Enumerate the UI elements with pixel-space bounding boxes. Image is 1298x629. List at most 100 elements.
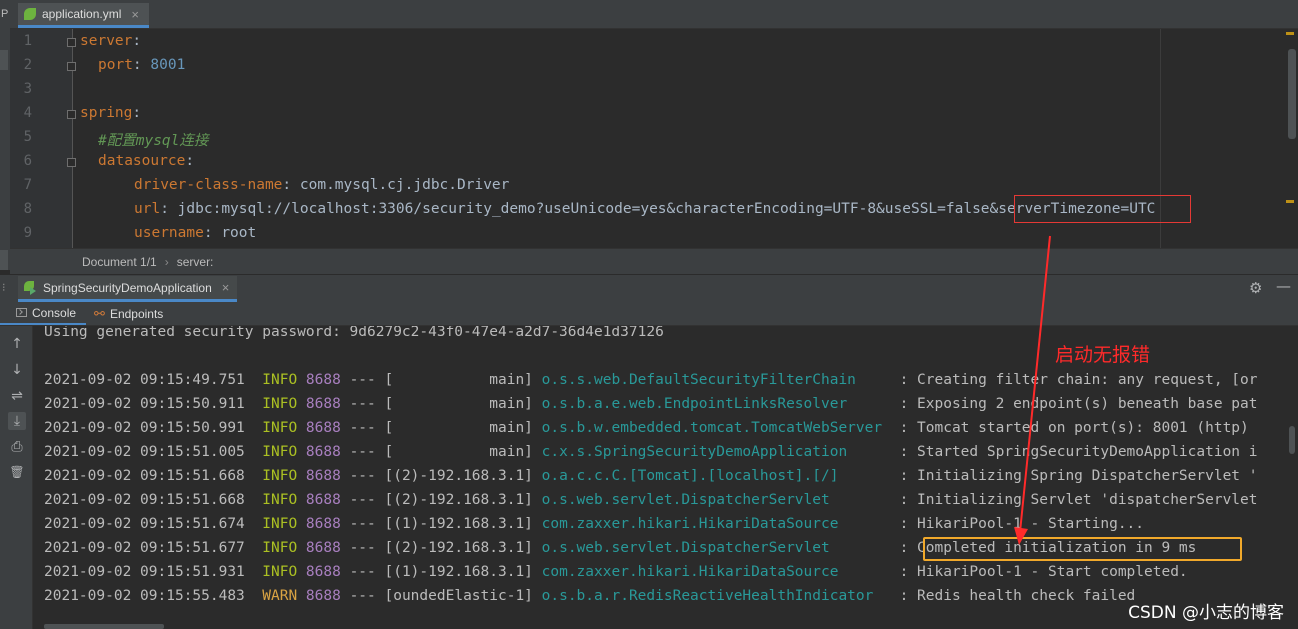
yaml-key: username <box>134 225 204 241</box>
code-line[interactable]: url: jdbc:mysql://localhost:3306/securit… <box>134 201 1155 217</box>
completed-initialization-highlight-box <box>923 537 1242 561</box>
fold-marker-icon[interactable] <box>67 110 76 119</box>
spring-leaf-icon <box>24 8 36 20</box>
print-icon[interactable]: ⎙ <box>8 438 26 456</box>
code-line[interactable]: port: 8001 <box>98 57 185 73</box>
log-pid: 8688 <box>305 564 341 580</box>
close-icon[interactable]: × <box>222 280 230 295</box>
warning-marker[interactable] <box>1286 32 1294 35</box>
editor-scrollbar[interactable] <box>1286 29 1298 248</box>
yaml-separator: : <box>203 225 222 241</box>
gear-icon[interactable]: ⚙ <box>1249 279 1262 297</box>
log-pid: 8688 <box>305 516 341 532</box>
watermark: CSDN @小志的博客 <box>1128 603 1284 623</box>
log-thread: --- [(2)-192.168.3.1] <box>349 540 533 556</box>
run-tool-window-header: ⁝ SpringSecurityDemoApplication × ⚙ — <box>0 274 1298 302</box>
log-line: 2021-09-02 09:15:51.674 INFO 8688 --- [(… <box>44 516 1144 532</box>
log-timestamp: 2021-09-02 09:15:49.751 <box>44 372 245 388</box>
down-arrow-icon[interactable]: ↓ <box>8 361 26 379</box>
editor-tab-application-yml[interactable]: application.yml × <box>18 3 149 28</box>
yaml-key: spring <box>80 105 133 121</box>
editor-scroll-thumb[interactable] <box>1288 49 1296 139</box>
console-output[interactable]: Using generated security password: 9d627… <box>33 326 1298 629</box>
console-icon <box>16 308 27 317</box>
code-line[interactable]: spring: <box>80 105 141 121</box>
spring-run-icon <box>24 281 37 295</box>
yaml-separator: : <box>132 105 142 121</box>
log-level: INFO <box>262 540 298 556</box>
line-number: 5 <box>23 129 32 145</box>
tab-endpoints-label: Endpoints <box>109 306 164 321</box>
log-logger: o.s.web.servlet.DispatcherServlet <box>541 492 891 508</box>
log-level: INFO <box>262 420 298 436</box>
code-line[interactable]: server: <box>80 33 141 49</box>
console-hscroll-thumb[interactable] <box>44 624 164 629</box>
minimize-icon[interactable]: — <box>1276 277 1291 295</box>
console-line: Using generated security password: 9d627… <box>44 326 664 340</box>
drag-dots-icon: ⁝ <box>2 281 6 294</box>
tab-console[interactable]: Console <box>0 302 87 325</box>
log-logger: o.a.c.c.C.[Tomcat].[localhost].[/] <box>541 468 891 484</box>
trash-icon[interactable]: 🗑 <box>8 463 26 481</box>
code-line[interactable]: driver-class-name: com.mysql.cj.jdbc.Dri… <box>134 177 509 193</box>
log-timestamp: 2021-09-02 09:15:55.483 <box>44 588 245 604</box>
log-thread: --- [(1)-192.168.3.1] <box>349 516 533 532</box>
console-toolbar: ↑ ↓ ⇌ ⤓ ⎙ 🗑 <box>0 326 33 629</box>
code-line[interactable]: datasource: <box>98 153 194 169</box>
yaml-value: root <box>221 225 257 241</box>
log-timestamp: 2021-09-02 09:15:50.991 <box>44 420 245 436</box>
log-thread: --- [(2)-192.168.3.1] <box>349 468 533 484</box>
annotation-label: 启动无报错 <box>1055 344 1151 366</box>
run-tab-springsecuritydemoapplication[interactable]: SpringSecurityDemoApplication × <box>18 276 238 302</box>
line-number: 7 <box>23 177 32 193</box>
log-timestamp: 2021-09-02 09:15:51.668 <box>44 492 245 508</box>
fold-marker-icon[interactable] <box>67 62 76 71</box>
log-thread: --- [oundedElastic-1] <box>349 588 533 604</box>
yaml-separator: : <box>160 201 178 217</box>
endpoints-icon: ⚯ <box>94 305 105 321</box>
log-timestamp: 2021-09-02 09:15:50.911 <box>44 396 245 412</box>
soft-wrap-icon[interactable]: ⇌ <box>8 387 26 405</box>
log-pid: 8688 <box>305 372 341 388</box>
log-timestamp: 2021-09-02 09:15:51.931 <box>44 564 245 580</box>
panel-marker <box>0 50 8 70</box>
log-thread: --- [(2)-192.168.3.1] <box>349 492 533 508</box>
server-timezone-highlight-box <box>1014 195 1191 223</box>
log-pid: 8688 <box>305 468 341 484</box>
up-arrow-icon[interactable]: ↑ <box>8 335 26 353</box>
log-level: INFO <box>262 564 298 580</box>
log-level: WARN <box>262 588 298 604</box>
close-icon[interactable]: × <box>131 7 139 22</box>
scroll-to-end-icon[interactable]: ⤓ <box>8 412 26 430</box>
fold-marker-icon[interactable] <box>67 38 76 47</box>
log-timestamp: 2021-09-02 09:15:51.005 <box>44 444 245 460</box>
console-scroll-thumb[interactable] <box>1289 426 1295 454</box>
tab-endpoints[interactable]: ⚯ Endpoints <box>86 302 173 325</box>
code-line[interactable]: #配置mysql连接 <box>98 129 208 150</box>
breadcrumb-path[interactable]: server: <box>177 255 214 269</box>
breadcrumb-document[interactable]: Document 1/1 <box>82 255 157 269</box>
log-pid: 8688 <box>305 444 341 460</box>
log-level: INFO <box>262 516 298 532</box>
log-line: 2021-09-02 09:15:51.668 INFO 8688 --- [(… <box>44 492 1258 508</box>
log-message: : Initializing Spring DispatcherServlet … <box>899 468 1258 484</box>
yaml-separator: : <box>282 177 300 193</box>
yaml-key: server <box>80 33 133 49</box>
project-panel-letter: P <box>1 8 9 20</box>
log-line: 2021-09-02 09:15:49.751 INFO 8688 --- [ … <box>44 372 1258 388</box>
code-line[interactable]: username: root <box>134 225 256 241</box>
log-message: : Redis health check failed <box>899 588 1136 604</box>
log-logger: c.x.s.SpringSecurityDemoApplication <box>541 444 891 460</box>
log-thread: --- [(1)-192.168.3.1] <box>349 564 533 580</box>
log-message: : Started SpringSecurityDemoApplication … <box>899 444 1258 460</box>
fold-marker-icon[interactable] <box>67 158 76 167</box>
yaml-key: driver-class-name <box>134 177 283 193</box>
line-number: 2 <box>23 57 32 73</box>
warning-marker[interactable] <box>1286 200 1294 203</box>
log-timestamp: 2021-09-02 09:15:51.674 <box>44 516 245 532</box>
line-number: 8 <box>23 201 32 217</box>
log-pid: 8688 <box>305 492 341 508</box>
yaml-separator: : <box>132 33 142 49</box>
log-line: 2021-09-02 09:15:55.483 WARN 8688 --- [o… <box>44 588 1135 604</box>
log-pid: 8688 <box>305 396 341 412</box>
